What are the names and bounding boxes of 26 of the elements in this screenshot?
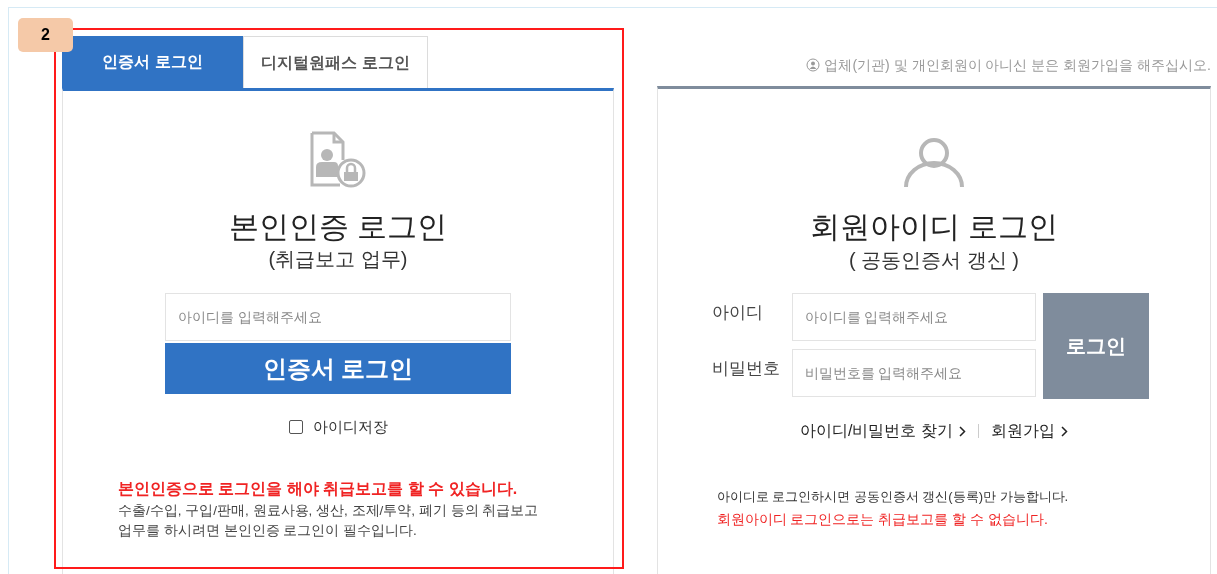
certificate-login-button[interactable]: 인증서 로그인 (165, 343, 511, 394)
save-id-label: 아이디저장 (312, 417, 388, 437)
id-input-field[interactable]: 아이디를 입력해주세요 (165, 293, 511, 341)
login-title: 회원아이디 로그인 (809, 209, 1059, 245)
login-title: 본인인증 로그인 (228, 209, 448, 245)
annotation-badge: 2 (18, 18, 73, 52)
chevron-right-icon (1060, 425, 1068, 437)
link[interactable]: 회원가입 (990, 419, 1068, 443)
field-label: 아이디 (711, 302, 764, 325)
input-field[interactable]: 비밀번호를 입력해주세요 (791, 349, 1036, 397)
input-field[interactable]: 아이디를 입력해주세요 (791, 293, 1036, 341)
field-label: 비밀번호 (711, 358, 781, 381)
login-subtitle: ( 공동인증서 갱신 ) (849, 248, 1019, 273)
login-subtitle: (취급보고 업무) (268, 247, 408, 272)
info-text: 아이디로 로그인하시면 공동인증서 갱신(등록)만 가능합니다. (716, 488, 1070, 506)
tab[interactable]: 인증서 로그인 (62, 36, 243, 88)
chevron-right-icon (958, 425, 966, 437)
document-lock-icon (308, 129, 368, 189)
save-id-checkbox[interactable] (288, 420, 303, 435)
person-circle-icon (806, 58, 821, 72)
link[interactable]: 아이디/비밀번호 찾기 (800, 419, 966, 443)
warning-text: 회원아이디 로그인으로는 취급보고를 할 수 없습니다. (716, 509, 1049, 529)
tab[interactable]: 디지털원패스 로그인 (243, 36, 428, 88)
notice-text: 업체(기관) 및 개인회원이 아니신 분은 회원가입을 해주십시오. (824, 55, 1211, 75)
description-text: 수출/수입, 구입/판매, 원료사용, 생산, 조제/투약, 폐기 등의 취급보고 업무를 하시려면 본인인증 로그인이 필수입니다. (118, 501, 540, 540)
warning-text: 본인인증으로 로그인을 해야 취급보고를 할 수 있습니다. (118, 478, 519, 499)
